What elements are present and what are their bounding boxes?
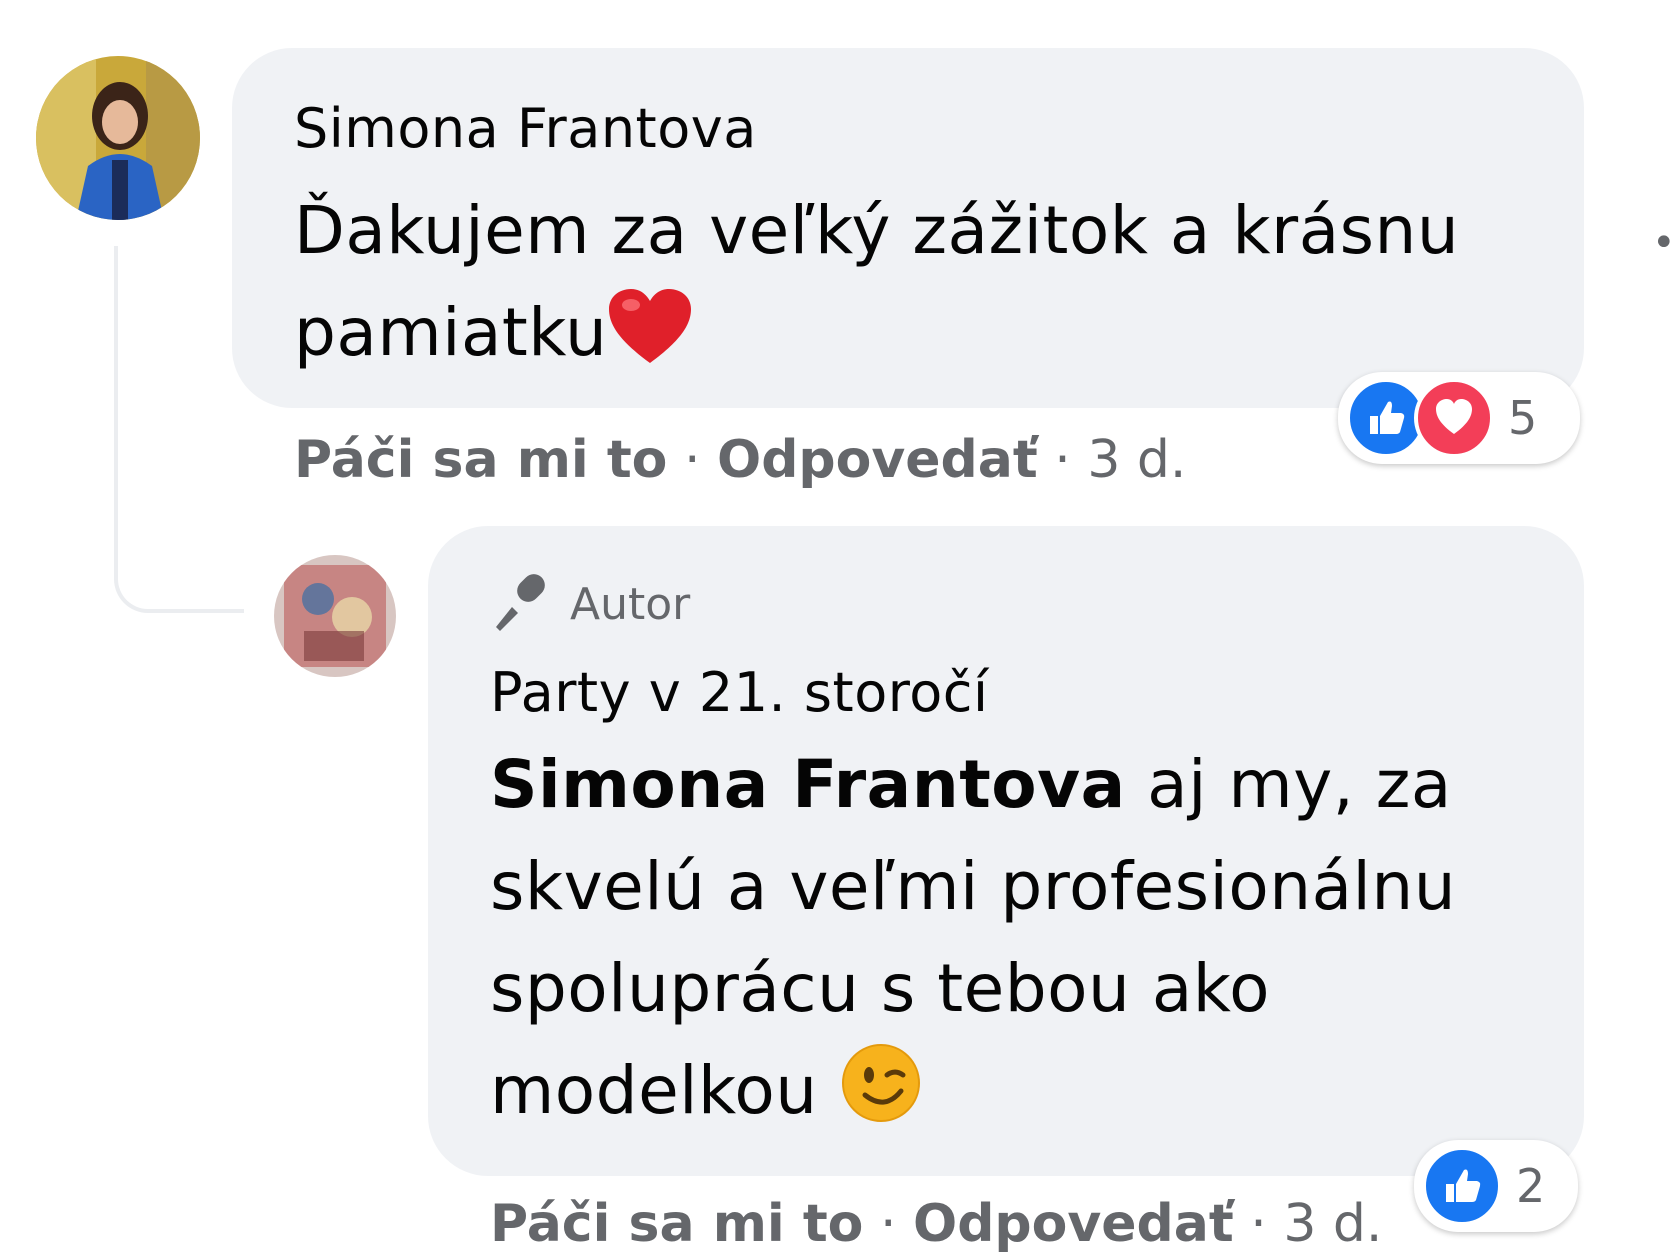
comment-actions: Páči sa mi to · Odpovedať · 3 d. <box>294 430 1186 490</box>
avatar[interactable] <box>274 555 396 677</box>
reactions-summary[interactable]: 2 <box>1414 1140 1578 1232</box>
comment-text: Ďakujem za veľký zážitok a krásnu pamiat… <box>294 180 1554 396</box>
more-dots-icon[interactable]: •• <box>1652 220 1680 266</box>
microphone-icon <box>490 571 552 637</box>
reply-actions: Páči sa mi to · Odpovedať · 3 d. <box>490 1194 1382 1254</box>
thread-connector <box>114 246 244 613</box>
reply-bubble: Autor Party v 21. storočí Simona Frantov… <box>428 526 1584 1176</box>
reply-text: Simona Frantova aj my, za skvelú a veľmi… <box>490 734 1530 1154</box>
heart-emoji <box>607 287 693 396</box>
author-badge-label: Autor <box>570 578 691 630</box>
like-button[interactable]: Páči sa mi to <box>294 430 667 490</box>
comment-bubble: Simona Frantova Ďakujem za veľký zážitok… <box>232 48 1584 408</box>
reply-author[interactable]: Party v 21. storočí <box>490 662 1584 724</box>
timestamp[interactable]: 3 d. <box>1283 1194 1382 1254</box>
reply-button[interactable]: Odpovedať <box>717 430 1038 490</box>
separator: · <box>1054 430 1071 490</box>
reply-button[interactable]: Odpovedať <box>913 1194 1234 1254</box>
love-reaction-icon <box>1414 378 1494 458</box>
mention-link[interactable]: Simona Frantova <box>490 746 1126 823</box>
comment-author[interactable]: Simona Frantova <box>294 98 1584 160</box>
wink-emoji <box>839 1041 923 1154</box>
like-button[interactable]: Páči sa mi to <box>490 1194 863 1254</box>
reaction-count: 5 <box>1508 391 1538 445</box>
like-reaction-icon <box>1422 1146 1502 1226</box>
separator: · <box>1250 1194 1267 1254</box>
separator: · <box>683 430 701 490</box>
reaction-count: 2 <box>1516 1159 1546 1213</box>
comment-text-content: Ďakujem za veľký zážitok a krásnu pamiat… <box>294 192 1460 371</box>
avatar[interactable] <box>36 56 200 220</box>
timestamp[interactable]: 3 d. <box>1087 430 1186 490</box>
reactions-summary[interactable]: 5 <box>1338 372 1580 464</box>
separator: · <box>879 1194 897 1254</box>
author-badge: Autor <box>490 568 1584 640</box>
